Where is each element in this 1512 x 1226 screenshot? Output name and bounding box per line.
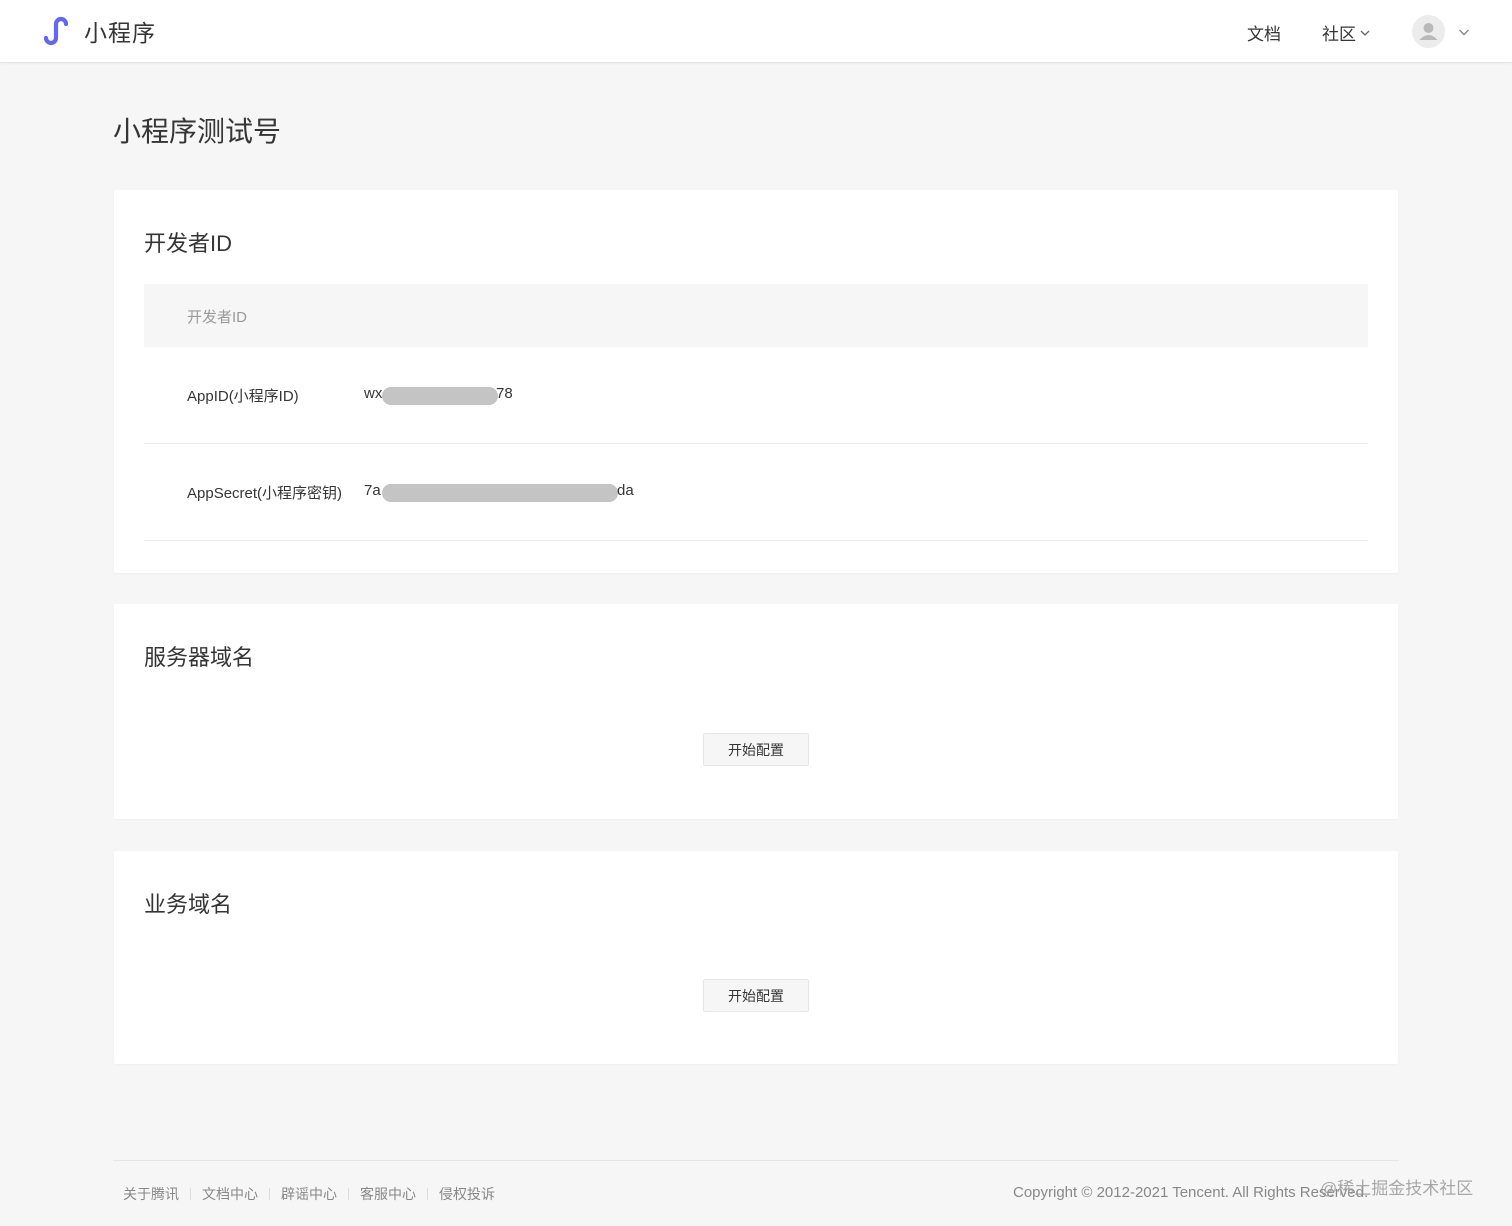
footer-link-rumor[interactable]: 辟谣中心 bbox=[281, 1184, 337, 1204]
watermark: @稀土掘金技术社区 bbox=[1320, 1179, 1474, 1198]
footer-links: 关于腾讯 文档中心 辟谣中心 客服中心 侵权投诉 bbox=[123, 1184, 495, 1204]
card-title: 开发者ID bbox=[144, 231, 233, 256]
footer-link-docs[interactable]: 文档中心 bbox=[202, 1184, 258, 1204]
redaction-mask bbox=[382, 387, 498, 405]
copyright-text: Copyright © 2012-2021 Tencent. All Right… bbox=[1013, 1184, 1369, 1201]
redaction-mask bbox=[382, 484, 618, 502]
footer-link-complaint[interactable]: 侵权投诉 bbox=[439, 1184, 495, 1204]
card-title: 业务域名 bbox=[144, 892, 233, 917]
business-domain-card: 业务域名 开始配置 bbox=[114, 851, 1398, 1064]
page-title: 小程序测试号 bbox=[113, 116, 282, 147]
nav-community-label: 社区 bbox=[1322, 25, 1356, 44]
divider bbox=[348, 1188, 349, 1200]
appsecret-value-suffix[interactable]: da bbox=[617, 482, 634, 499]
divider bbox=[427, 1188, 428, 1200]
appid-value-prefix[interactable]: wx bbox=[364, 385, 382, 402]
chevron-down-icon bbox=[1360, 30, 1370, 36]
appsecret-value-prefix[interactable]: 7a bbox=[364, 482, 381, 499]
footer-link-about[interactable]: 关于腾讯 bbox=[123, 1184, 179, 1204]
appid-value-suffix[interactable]: 78 bbox=[496, 385, 513, 402]
top-navbar: 小程序 文档 社区 bbox=[0, 0, 1512, 63]
appsecret-label: AppSecret(小程序密钥) bbox=[187, 485, 343, 502]
chevron-down-icon[interactable] bbox=[1458, 26, 1470, 38]
table-header-label: 开发者ID bbox=[187, 309, 248, 326]
avatar[interactable] bbox=[1412, 15, 1445, 48]
logo[interactable]: 小程序 bbox=[40, 14, 156, 48]
divider bbox=[190, 1188, 191, 1200]
mini-program-icon bbox=[43, 16, 69, 46]
table-row: AppSecret(小程序密钥) 7a da bbox=[144, 444, 1368, 541]
table-row: AppID(小程序ID) wx 78 bbox=[144, 347, 1368, 444]
table-header: 开发者ID bbox=[144, 284, 1368, 347]
footer-link-service[interactable]: 客服中心 bbox=[360, 1184, 416, 1204]
start-config-button[interactable]: 开始配置 bbox=[703, 733, 809, 766]
card-title: 服务器域名 bbox=[144, 645, 255, 670]
nav-community-dropdown[interactable]: 社区 bbox=[1322, 20, 1370, 45]
nav-docs-link[interactable]: 文档 bbox=[1247, 20, 1281, 45]
footer-divider bbox=[113, 1160, 1399, 1161]
divider bbox=[269, 1188, 270, 1200]
start-config-button[interactable]: 开始配置 bbox=[703, 979, 809, 1012]
server-domain-card: 服务器域名 开始配置 bbox=[114, 604, 1398, 819]
appid-label: AppID(小程序ID) bbox=[187, 388, 299, 405]
logo-text: 小程序 bbox=[84, 20, 156, 46]
user-icon bbox=[1412, 15, 1445, 48]
developer-id-card: 开发者ID 开发者ID AppID(小程序ID) wx 78 AppSecret… bbox=[114, 190, 1398, 573]
